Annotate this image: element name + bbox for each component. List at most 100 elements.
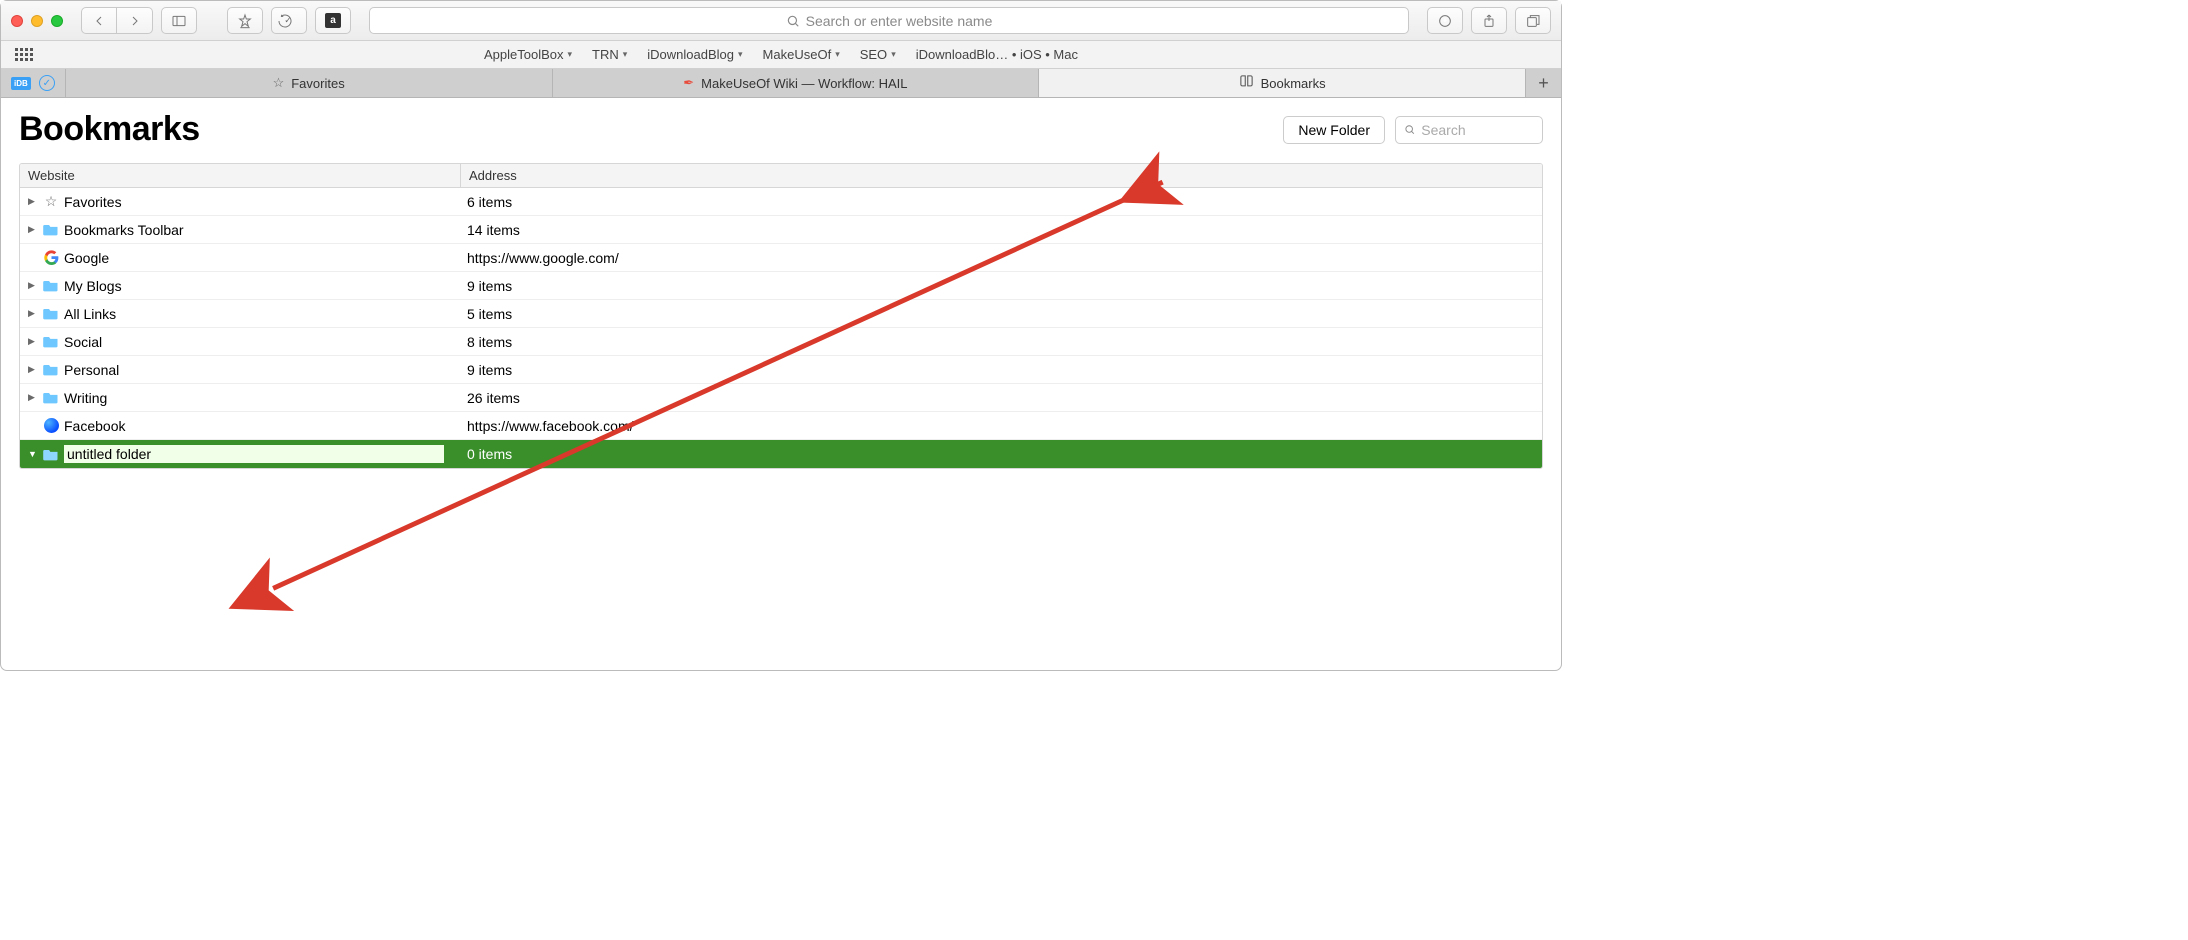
- disclosure-triangle[interactable]: ▶: [28, 392, 38, 403]
- search-icon: [786, 14, 800, 28]
- table-row[interactable]: ▶Personal9 items: [20, 356, 1542, 384]
- address-bar[interactable]: Search or enter website name: [369, 7, 1409, 34]
- tab-makeuseof-wiki[interactable]: ✒ MakeUseOf Wiki — Workflow: HAIL: [553, 69, 1040, 97]
- favbar-item-appletoolbox[interactable]: AppleToolBox ▾: [484, 47, 572, 62]
- traffic-lights: [11, 15, 63, 27]
- top-sites-button[interactable]: [227, 7, 263, 34]
- header-actions: New Folder: [1283, 116, 1543, 144]
- column-header-website[interactable]: Website: [20, 164, 461, 187]
- table-row[interactable]: ▶ Social 8 items: [20, 328, 1542, 356]
- tabs-overview-button[interactable]: [1515, 7, 1551, 34]
- cell-address: https://www.facebook.com/: [461, 418, 1542, 434]
- forward-button[interactable]: [117, 7, 153, 34]
- tab-bar: iDB ✓ ☆ Favorites ✒ MakeUseOf Wiki — Wor…: [1, 69, 1561, 98]
- favbar-label: AppleToolBox: [484, 47, 564, 62]
- page-title: Bookmarks: [19, 110, 200, 149]
- cell-website: ▶ Bookmarks Toolbar: [20, 222, 461, 238]
- back-button[interactable]: [81, 7, 117, 34]
- table-row[interactable]: ▶ Writing 26 items: [20, 384, 1542, 412]
- fullscreen-window-button[interactable]: [51, 15, 63, 27]
- cell-address: 8 items: [461, 334, 1542, 350]
- new-tab-button[interactable]: +: [1526, 69, 1561, 97]
- favbar-item-idownloadblo[interactable]: iDownloadBlo… • iOS • Mac: [916, 47, 1078, 62]
- search-icon: [1404, 123, 1415, 136]
- chevron-down-icon: ▾: [623, 49, 628, 60]
- favbar-item-seo[interactable]: SEO▾: [860, 47, 896, 62]
- tab-favorites[interactable]: ☆ Favorites: [66, 69, 553, 97]
- new-folder-button[interactable]: New Folder: [1283, 116, 1385, 144]
- table-row[interactable]: ▼ 0 items: [20, 440, 1542, 468]
- folder-icon: [43, 334, 59, 350]
- folder-icon: [43, 222, 59, 238]
- cell-website: ▶My Blogs: [20, 278, 461, 294]
- downloads-button[interactable]: [1427, 7, 1463, 34]
- table-row[interactable]: ▶ Bookmarks Toolbar 14 items: [20, 216, 1542, 244]
- folder-icon: [43, 390, 59, 406]
- cell-website: ▶Google: [20, 250, 461, 266]
- pinned-tab-idb[interactable]: iDB: [11, 77, 31, 90]
- cell-address: 26 items: [461, 390, 1542, 406]
- refresh-button[interactable]: ✓: [271, 7, 307, 34]
- globe-icon: [43, 418, 59, 434]
- disclosure-triangle[interactable]: ▶: [28, 224, 38, 235]
- cell-website: ▼: [20, 445, 461, 463]
- amazon-extension-button[interactable]: a: [315, 7, 351, 34]
- book-icon: [1239, 74, 1254, 92]
- disclosure-triangle[interactable]: ▼: [28, 449, 38, 459]
- minimize-window-button[interactable]: [31, 15, 43, 27]
- disclosure-triangle[interactable]: ▶: [28, 280, 38, 291]
- favbar-item-idownloadblog[interactable]: iDownloadBlog ▾: [647, 47, 742, 62]
- row-name: Personal: [64, 362, 119, 378]
- row-name: Bookmarks Toolbar: [64, 222, 184, 238]
- row-name: Writing: [64, 390, 107, 406]
- favbar-item-makeuseof[interactable]: MakeUseOf▾: [763, 47, 840, 62]
- table-row[interactable]: ▶☆Favorites6 items: [20, 188, 1542, 216]
- bookmarks-search-input[interactable]: [1421, 122, 1534, 138]
- chevron-down-icon: ▾: [738, 49, 743, 60]
- favbar-item-trn[interactable]: TRN ▾: [592, 47, 627, 62]
- folder-icon: [43, 306, 59, 322]
- folder-name-edit-input[interactable]: [64, 445, 444, 463]
- favbar-label: SEO: [860, 47, 887, 62]
- disclosure-triangle[interactable]: ▶: [28, 364, 38, 375]
- show-favorites-grid-button[interactable]: [15, 48, 33, 61]
- table-row[interactable]: ▶Googlehttps://www.google.com/: [20, 244, 1542, 272]
- tab-label: Bookmarks: [1261, 76, 1326, 91]
- favbar-label: iDownloadBlog: [647, 47, 734, 62]
- share-button[interactable]: [1471, 7, 1507, 34]
- cell-website: ▶ Personal: [20, 362, 461, 378]
- cell-website: ▶ Social: [20, 334, 461, 350]
- table-row[interactable]: ▶All Links5 items: [20, 300, 1542, 328]
- cell-website: ▶Facebook: [20, 418, 461, 434]
- disclosure-triangle[interactable]: ▶: [28, 336, 38, 347]
- table-row[interactable]: ▶Facebookhttps://www.facebook.com/: [20, 412, 1542, 440]
- nav-buttons: [81, 7, 153, 34]
- favorites-bar: AppleToolBox ▾ TRN ▾ iDownloadBlog ▾ MakeUs…: [1, 41, 1561, 69]
- disclosure-triangle[interactable]: ▶: [28, 196, 38, 207]
- favbar-label: TRN: [592, 47, 619, 62]
- disclosure-triangle[interactable]: ▶: [28, 308, 38, 319]
- row-name: Facebook: [64, 418, 125, 434]
- column-header-address[interactable]: Address: [461, 164, 1542, 187]
- bookmarks-search[interactable]: [1395, 116, 1543, 144]
- content-header: Bookmarks New Folder: [19, 110, 1543, 149]
- row-name: Favorites: [64, 194, 122, 210]
- cell-address: 14 items: [461, 222, 1542, 238]
- pinned-tab-check[interactable]: ✓: [39, 75, 55, 91]
- tab-bookmarks[interactable]: Bookmarks: [1039, 69, 1526, 97]
- cell-address: 0 items: [461, 446, 1542, 462]
- table-row[interactable]: ▶My Blogs9 items: [20, 272, 1542, 300]
- row-name: Social: [64, 334, 102, 350]
- chevron-down-icon: ▾: [568, 49, 573, 60]
- bookmarks-page: Bookmarks New Folder Website Address ▶☆F…: [1, 98, 1561, 469]
- star-icon: ☆: [273, 75, 285, 91]
- cell-address: 9 items: [461, 278, 1542, 294]
- row-name: Google: [64, 250, 109, 266]
- cell-address: https://www.google.com/: [461, 250, 1542, 266]
- google-favicon: [43, 250, 59, 266]
- folder-icon: [43, 278, 59, 294]
- sidebar-toggle-button[interactable]: [161, 7, 197, 34]
- tab-label: MakeUseOf Wiki — Workflow: HAIL: [701, 76, 907, 91]
- close-window-button[interactable]: [11, 15, 23, 27]
- cell-address: 5 items: [461, 306, 1542, 322]
